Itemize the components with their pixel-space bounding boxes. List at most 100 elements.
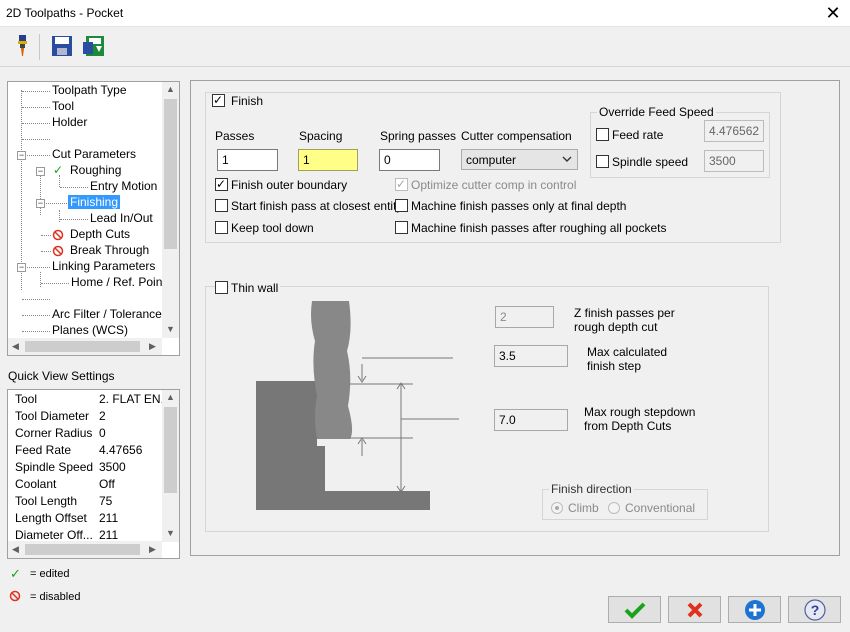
cutter-comp-select[interactable]: computer — [461, 149, 578, 170]
list-item: Tool Length 75 — [15, 494, 113, 508]
max-calculated-input[interactable]: 3.5 — [494, 345, 568, 367]
scroll-thumb[interactable] — [25, 544, 140, 555]
help-button[interactable]: ? — [788, 596, 841, 623]
parameter-tree[interactable]: Toolpath Type Tool Holder − Cut Paramete… — [7, 81, 180, 356]
tree-item-holder[interactable]: Holder — [52, 115, 87, 129]
legend-disabled: = disabled — [30, 591, 81, 603]
thin-wall-checkbox[interactable] — [215, 281, 228, 294]
edited-check-icon: ✓ — [10, 566, 21, 581]
scroll-thumb[interactable] — [25, 341, 140, 352]
tree-item-linking-parameters[interactable]: Linking Parameters — [52, 259, 155, 273]
tree-item-break-through[interactable]: Break Through — [70, 243, 149, 257]
tree-item-entry-motion[interactable]: Entry Motion — [90, 179, 157, 193]
toolbar — [0, 28, 850, 66]
scroll-thumb[interactable] — [164, 407, 177, 493]
tree-vertical-scrollbar[interactable]: ▲ ▼ — [162, 82, 179, 338]
spring-passes-input[interactable]: 0 — [379, 149, 440, 171]
conventional-radio[interactable] — [608, 502, 620, 514]
finish-checkbox[interactable]: ✓ — [212, 93, 225, 107]
tree-item-arc-filter[interactable]: Arc Filter / Tolerance — [52, 307, 162, 321]
conventional-label: Conventional — [625, 501, 696, 515]
legend-edited: = edited — [30, 568, 70, 580]
tree-item-tool[interactable]: Tool — [52, 99, 74, 113]
quick-view-horizontal-scrollbar[interactable]: ◀ ▶ — [8, 541, 162, 558]
max-calculated-label-2: finish step — [587, 359, 642, 373]
tool-icon[interactable] — [10, 34, 34, 58]
finish-outer-checkbox[interactable]: ✓ — [215, 177, 228, 191]
climb-radio[interactable] — [551, 502, 563, 514]
tree-horizontal-scrollbar[interactable]: ◀ ▶ — [8, 338, 162, 355]
tree-item-depth-cuts[interactable]: Depth Cuts — [70, 227, 130, 241]
final-depth-label: Machine finish passes only at final dept… — [411, 199, 627, 213]
scroll-down-icon[interactable]: ▼ — [166, 324, 175, 334]
spacing-input[interactable]: 1 — [298, 149, 358, 171]
z-finish-passes-label-2: rough depth cut — [574, 320, 658, 334]
scroll-left-icon[interactable]: ◀ — [12, 341, 19, 352]
spindle-speed-input[interactable]: 3500 — [704, 150, 764, 172]
tree-item-roughing[interactable]: Roughing — [70, 163, 121, 177]
tree-item-cut-parameters[interactable]: Cut Parameters — [52, 147, 136, 161]
disabled-icon — [52, 229, 64, 241]
tree-item-toolpath-type[interactable]: Toolpath Type — [52, 83, 127, 97]
tree-item-planes[interactable]: Planes (WCS) — [52, 323, 128, 337]
after-roughing-checkbox[interactable] — [395, 221, 408, 234]
spindle-speed-checkbox[interactable] — [596, 155, 609, 168]
close-button[interactable]: ✕ — [816, 0, 850, 27]
scroll-up-icon[interactable]: ▲ — [166, 84, 175, 94]
max-rough-stepdown-label-1: Max rough stepdown — [584, 405, 696, 419]
add-button[interactable] — [728, 596, 781, 623]
save-load-icon[interactable] — [82, 34, 106, 58]
feed-rate-input[interactable]: 4.476562 — [704, 120, 764, 142]
ok-check-icon — [624, 602, 645, 619]
scroll-thumb[interactable] — [164, 99, 177, 249]
spindle-speed-label: Spindle speed — [612, 155, 689, 169]
diagram-tool — [311, 301, 353, 439]
tree-item-home-ref-points[interactable]: Home / Ref. Points — [71, 275, 172, 289]
collapse-roughing-icon[interactable]: − — [36, 167, 45, 176]
save-icon[interactable] — [50, 34, 74, 58]
finish-outer-label: Finish outer boundary — [231, 178, 348, 192]
final-depth-checkbox[interactable] — [395, 199, 408, 212]
finishing-panel: ✓ Finish Passes 1 Spacing 1 Spring passe… — [190, 80, 840, 556]
passes-label: Passes — [215, 129, 255, 143]
tree-item-finishing[interactable]: Finishing — [68, 195, 121, 209]
cancel-x-icon — [687, 602, 702, 617]
climb-label: Climb — [568, 501, 599, 515]
title-bar: 2D Toolpaths - Pocket ✕ — [0, 0, 850, 27]
scroll-left-icon[interactable]: ◀ — [12, 544, 19, 555]
spacing-label: Spacing — [299, 129, 343, 143]
start-closest-checkbox[interactable] — [215, 199, 228, 212]
tree-item-lead-in-out[interactable]: Lead In/Out — [90, 211, 153, 225]
diagram-left-block — [256, 381, 317, 510]
z-finish-passes-label-1: Z finish passes per — [574, 306, 675, 320]
passes-input[interactable]: 1 — [217, 149, 278, 171]
optimize-comp-checkbox[interactable]: ✓ — [395, 177, 408, 191]
edited-check-icon: ✓ — [53, 163, 64, 177]
list-item: Tool 2. FLAT EN... — [15, 392, 171, 406]
keep-tool-down-label: Keep tool down — [231, 221, 314, 235]
cancel-button[interactable] — [668, 596, 721, 623]
start-closest-label: Start finish pass at closest entity — [231, 199, 403, 213]
scroll-up-icon[interactable]: ▲ — [166, 392, 175, 402]
ok-button[interactable] — [608, 596, 661, 623]
quick-view-vertical-scrollbar[interactable]: ▲ ▼ — [162, 390, 179, 542]
cutter-comp-label: Cutter compensation — [461, 129, 572, 143]
feed-rate-checkbox[interactable] — [596, 128, 609, 141]
list-item: Length Offset 211 — [15, 511, 119, 525]
keep-tool-down-checkbox[interactable] — [215, 221, 228, 234]
scroll-down-icon[interactable]: ▼ — [166, 528, 175, 538]
max-rough-stepdown-input[interactable]: 7.0 — [494, 409, 568, 431]
max-rough-stepdown-label-2: from Depth Cuts — [584, 419, 672, 433]
scroll-right-icon[interactable]: ▶ — [149, 341, 156, 352]
thin-wall-label: Thin wall — [229, 281, 281, 295]
collapse-linking-icon[interactable]: − — [17, 263, 26, 272]
close-icon: ✕ — [825, 3, 841, 23]
add-plus-icon — [744, 599, 765, 620]
collapse-finishing-icon[interactable]: − — [36, 199, 45, 208]
z-finish-passes-input[interactable]: 2 — [495, 306, 554, 328]
list-item: Spindle Speed 3500 — [15, 460, 126, 474]
scroll-right-icon[interactable]: ▶ — [149, 544, 156, 555]
quick-view-list[interactable]: Tool 2. FLAT EN... Tool Diameter 2 Corner … — [7, 389, 180, 559]
list-item: Coolant Off — [15, 477, 115, 491]
collapse-cut-parameters-icon[interactable]: − — [17, 151, 26, 160]
